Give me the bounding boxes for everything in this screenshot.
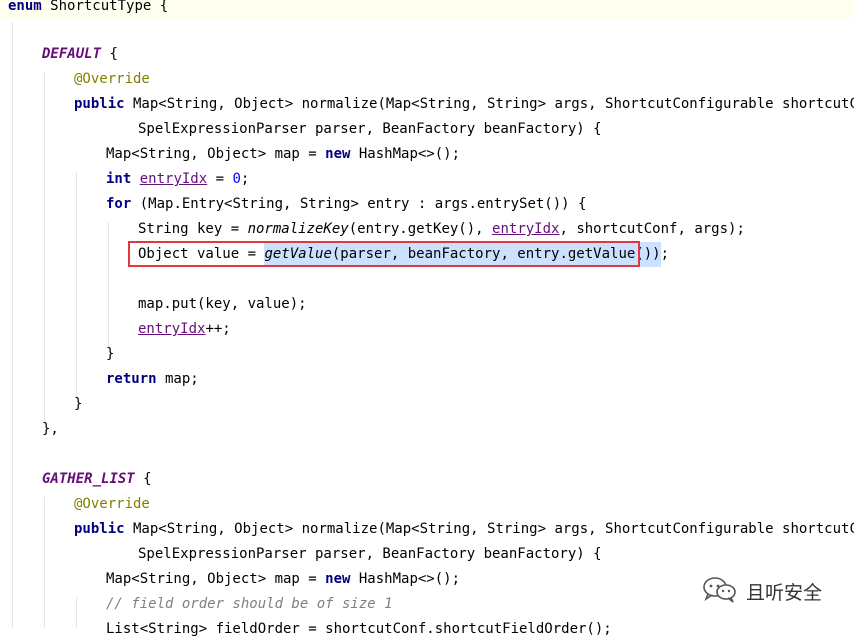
number-literal: 0 bbox=[232, 171, 241, 187]
code-line: Map<String, Object> map = new HashMap<>(… bbox=[106, 142, 460, 167]
code-line: for (Map.Entry<String, String> entry : a… bbox=[106, 192, 586, 217]
code-line: entryIdx ++; bbox=[138, 317, 231, 342]
keyword: for bbox=[106, 196, 132, 212]
indent-guide bbox=[12, 22, 13, 628]
code-line: return map; bbox=[106, 367, 199, 392]
field-ref: entryIdx bbox=[492, 221, 560, 237]
enum-constant: GATHER_LIST bbox=[42, 471, 135, 487]
keyword: int bbox=[106, 171, 132, 187]
code-line: GATHER_LIST { bbox=[42, 467, 152, 492]
code-line: map.put(key, value); bbox=[138, 296, 307, 312]
indent-guide bbox=[44, 72, 45, 422]
field-ref: entryIdx bbox=[139, 171, 208, 187]
code-line: SpelExpressionParser parser, BeanFactory… bbox=[138, 121, 602, 137]
keyword: public bbox=[74, 96, 125, 112]
code-line: public Map<String, Object> normalize(Map… bbox=[74, 92, 854, 117]
code-line: String key = normalizeKey (entry.getKey()… bbox=[138, 217, 745, 242]
code-line: SpelExpressionParser parser, BeanFactory… bbox=[138, 546, 602, 562]
wechat-icon bbox=[702, 575, 738, 608]
code-line: } bbox=[74, 396, 83, 412]
code-line: Map<String, Object> map = new HashMap<>(… bbox=[106, 567, 460, 592]
annotation: @Override bbox=[74, 71, 150, 87]
indent-guide bbox=[44, 497, 45, 628]
code-line: @Override bbox=[74, 67, 150, 92]
code-line: @Override bbox=[74, 492, 150, 517]
indent-guide bbox=[76, 172, 77, 397]
keyword: return bbox=[106, 371, 157, 387]
keyword: new bbox=[325, 146, 351, 162]
code-line: public Map<String, Object> normalize(Map… bbox=[74, 517, 854, 542]
field-ref: entryIdx bbox=[138, 321, 206, 337]
highlight-box bbox=[128, 241, 640, 267]
code-comment: // field order should be of size 1 bbox=[106, 596, 393, 612]
enum-constant: DEFAULT bbox=[42, 46, 102, 62]
indent-guide bbox=[76, 597, 77, 628]
code-line: } bbox=[106, 346, 115, 362]
watermark-text: 且听安全 bbox=[746, 581, 823, 604]
keyword: enum bbox=[8, 0, 42, 14]
code-line: int entryIdx = 0; bbox=[106, 167, 249, 192]
indent-guide bbox=[108, 222, 109, 347]
code-editor[interactable]: enum ShortcutType { DEFAULT { @Override … bbox=[0, 0, 854, 637]
method-call: normalizeKey bbox=[247, 221, 349, 237]
code-line: }, bbox=[42, 421, 59, 437]
code-line: enum ShortcutType { bbox=[0, 0, 854, 19]
code-line: // field order should be of size 1 bbox=[106, 592, 393, 617]
annotation: @Override bbox=[74, 496, 150, 512]
code-line: DEFAULT { bbox=[42, 42, 118, 67]
keyword: public bbox=[74, 521, 125, 537]
type-name: ShortcutType bbox=[50, 0, 152, 14]
code-line: List<String> fieldOrder = shortcutConf.s… bbox=[106, 621, 612, 637]
watermark: 且听安全 bbox=[702, 575, 822, 607]
keyword: new bbox=[325, 571, 351, 587]
